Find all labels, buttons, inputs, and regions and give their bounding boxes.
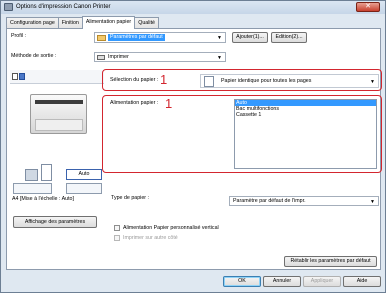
print-options-window: Options d'impression Canon Printer ✕ Con… — [0, 0, 386, 293]
chevron-down-icon: ▼ — [217, 35, 222, 41]
print-icon — [97, 55, 105, 60]
restore-defaults-button[interactable]: Rétablir les paramètres par défaut — [284, 256, 377, 267]
layout-icons-left[interactable] — [13, 183, 52, 194]
title-bar: Options d'impression Canon Printer ✕ — [1, 1, 385, 14]
profile-label: Profil : — [11, 33, 27, 39]
printer-image — [30, 94, 87, 134]
paper-stack-icon — [25, 169, 38, 181]
custom-feed-checkbox[interactable] — [114, 225, 120, 231]
chevron-down-icon: ▼ — [370, 199, 375, 205]
paper-type-label: Type de papier : — [111, 195, 149, 201]
paper-type-select[interactable]: Paramètre par défaut de l'impr. ▼ — [229, 196, 379, 206]
paper-selection-value: Papier identique pour toutes les pages — [221, 78, 312, 84]
layout-icons-right[interactable] — [66, 183, 102, 194]
printer-view-icon[interactable] — [19, 73, 25, 80]
list-item[interactable]: Cassette 1 — [235, 112, 376, 118]
add-profile-button[interactable]: Ajouter(1)... — [232, 32, 268, 43]
paper-size-caption: A4 [Mise à l'échelle : Auto] — [12, 196, 74, 202]
paper-source-preview-value: Auto — [66, 169, 102, 180]
paper-selection-label: Sélection du papier : — [110, 77, 159, 83]
profile-icon — [97, 35, 106, 41]
tab-paper-source[interactable]: Alimentation papier — [81, 16, 136, 29]
profile-value: Paramètres par défaut — [108, 34, 165, 41]
close-button[interactable]: ✕ — [356, 2, 380, 12]
print-other-side-checkbox[interactable] — [114, 235, 120, 241]
annotation-marker: 1 — [160, 72, 168, 87]
cancel-button[interactable]: Annuler — [263, 276, 301, 287]
pages-icon — [204, 76, 214, 87]
printer-icon — [4, 3, 13, 11]
paper-type-value: Paramètre par défaut de l'impr. — [233, 198, 306, 204]
chevron-down-icon: ▼ — [370, 79, 375, 85]
page-view-icon[interactable] — [12, 73, 18, 80]
portrait-page-icon — [41, 164, 52, 181]
preview-toolbar — [10, 70, 104, 84]
output-method-select[interactable]: Imprimer ▼ — [94, 52, 226, 62]
paper-source-label: Alimentation papier : — [110, 100, 159, 106]
paper-selection-select[interactable]: Papier identique pour toutes les pages ▼ — [200, 74, 379, 88]
window-title: Options d'impression Canon Printer — [16, 4, 111, 10]
custom-feed-label: Alimentation Papier personnalisé vertica… — [123, 225, 219, 231]
help-button[interactable]: Aide — [343, 276, 381, 287]
chevron-down-icon: ▼ — [217, 55, 222, 61]
output-method-label: Méthode de sortie : — [11, 53, 57, 59]
ok-button[interactable]: OK — [223, 276, 261, 287]
apply-button[interactable]: Appliquer — [303, 276, 341, 287]
paper-source-listbox[interactable]: Auto Bac multifonctions Cassette 1 — [234, 99, 377, 169]
edit-profile-button[interactable]: Edition(2)... — [271, 32, 307, 43]
annotation-marker: 1 — [165, 96, 173, 111]
output-method-value: Imprimer — [108, 54, 129, 60]
profile-select[interactable]: Paramètres par défaut ▼ — [94, 32, 226, 43]
print-other-side-label: Imprimer sur autre côté — [123, 235, 178, 241]
view-settings-button[interactable]: Affichage des paramètres — [13, 216, 97, 228]
tab-content: Profil : Paramètres par défaut ▼ Ajouter… — [6, 28, 382, 270]
